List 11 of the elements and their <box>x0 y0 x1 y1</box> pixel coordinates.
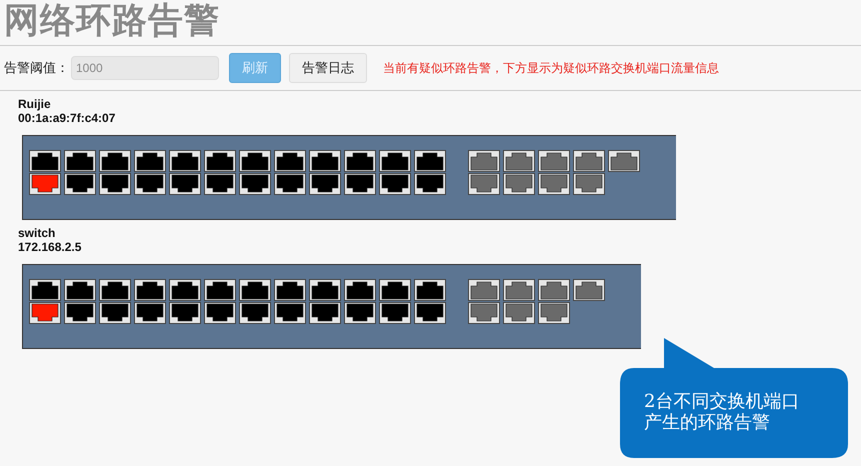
page-title: 网络环路告警 <box>0 0 861 46</box>
switch-name: Ruijie <box>18 97 52 111</box>
switch-address: 172.168.2.5 <box>18 240 82 254</box>
log-button[interactable]: 告警日志 <box>289 53 367 83</box>
callout-text: 2台不同交换机端口 产生的环路告警 <box>644 391 800 433</box>
switch-address: 00:1a:a9:7f:c4:07 <box>18 111 116 125</box>
alarm-notice: 当前有疑似环路告警，下方显示为疑似环路交换机端口流量信息 <box>383 60 719 76</box>
switch-name: switch <box>18 226 56 240</box>
refresh-button[interactable]: 刷新 <box>229 53 281 83</box>
threshold-label: 告警阈值： <box>4 59 69 77</box>
threshold-field[interactable]: 1000 <box>71 56 219 80</box>
